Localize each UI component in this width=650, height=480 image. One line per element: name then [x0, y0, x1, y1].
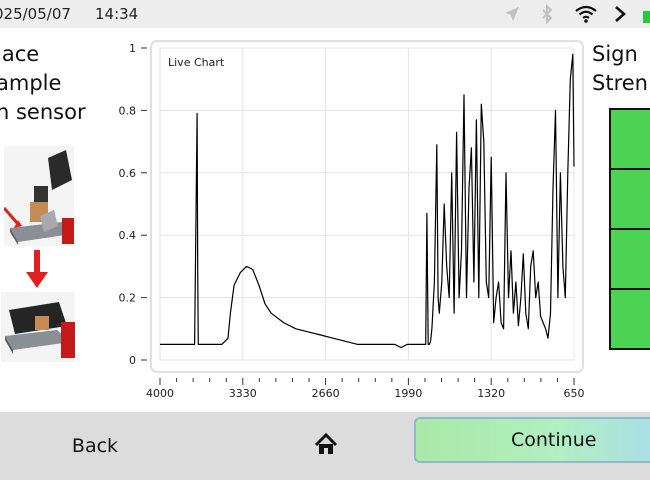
signal-strength-title: Sign Stren [592, 40, 648, 98]
bottom-bar: Back Continue [0, 412, 650, 480]
signal-strength-meter [609, 108, 650, 350]
x-tick-label: 4000 [146, 387, 174, 400]
signal-title-line: Stren [592, 71, 648, 95]
y-tick-label: 0.2 [119, 292, 137, 305]
instruction-line: ample [0, 71, 62, 95]
x-tick-label: 1320 [477, 387, 505, 400]
signal-bar [611, 230, 650, 290]
sensor-open-illustration [4, 146, 74, 246]
location-icon [502, 4, 522, 28]
battery-icon [643, 8, 650, 27]
chart-svg [150, 40, 584, 373]
chevron-right-icon [612, 4, 628, 28]
y-tick-label: 0.6 [119, 167, 137, 180]
signal-bar [611, 290, 650, 348]
wifi-icon [574, 4, 598, 28]
home-icon [314, 432, 338, 454]
status-time: 14:34 [95, 5, 139, 23]
x-tick-label: 650 [564, 387, 585, 400]
y-tick-label: 0.8 [119, 104, 137, 117]
signal-bar [611, 110, 650, 170]
x-tick-label: 3330 [229, 387, 257, 400]
bluetooth-icon [539, 3, 555, 28]
instructions: lace ample n sensor [0, 40, 86, 127]
home-button[interactable] [306, 426, 346, 462]
status-date: 025/05/07 [0, 5, 71, 23]
y-tick-label: 0 [129, 354, 136, 367]
y-tick-label: 1 [129, 42, 136, 55]
x-tick-label: 1990 [394, 387, 422, 400]
continue-button[interactable]: Continue [414, 417, 650, 463]
instruction-line: n sensor [0, 100, 86, 124]
signal-bar [611, 170, 650, 230]
signal-title-line: Sign [592, 42, 638, 66]
back-button[interactable]: Back [40, 428, 150, 464]
live-chart [150, 40, 584, 373]
y-tick-label: 0.4 [119, 229, 137, 242]
x-tick-label: 2660 [312, 387, 340, 400]
arrow-down-icon [26, 250, 48, 288]
instruction-line: lace [0, 42, 40, 66]
status-bar: 025/05/07 14:34 [0, 0, 650, 28]
chart-title: Live Chart [168, 56, 225, 69]
sensor-closed-illustration [1, 292, 75, 362]
